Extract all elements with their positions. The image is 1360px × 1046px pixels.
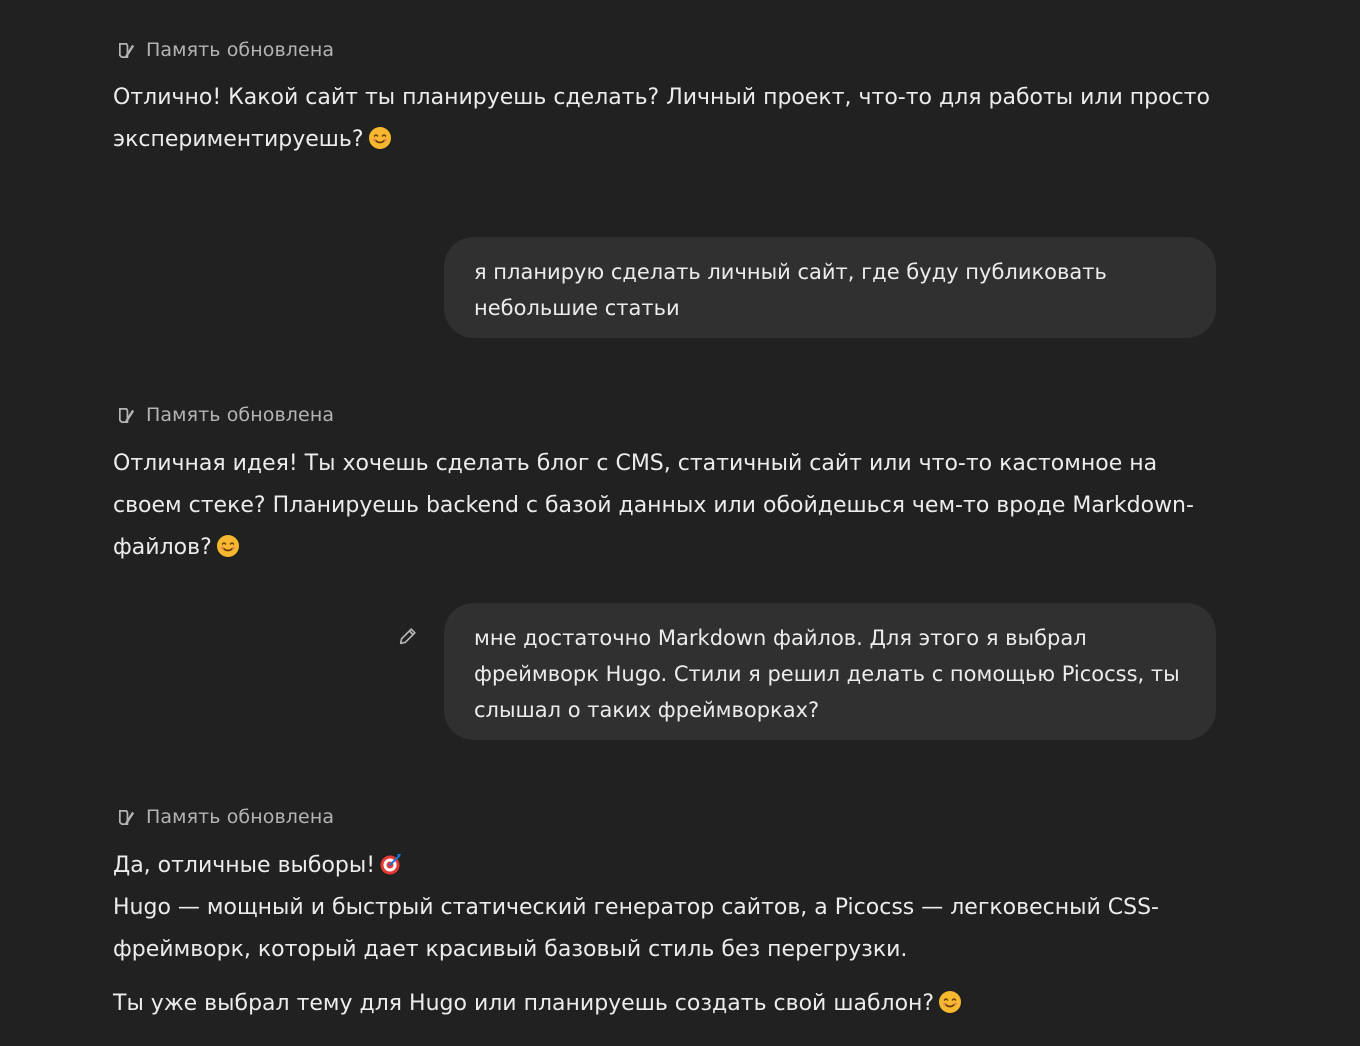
user-message-bubble: мне достаточно Markdown файлов. Для этог… (444, 603, 1216, 740)
target-icon (379, 849, 403, 875)
memory-updated-note[interactable]: Память обновлена (117, 404, 334, 426)
memory-updated-label: Память обновлена (146, 806, 335, 828)
memory-updated-label: Память обновлена (146, 39, 335, 61)
user-message-bubble: я планирую сделать личный сайт, где буду… (444, 237, 1216, 338)
assistant-message: Отлично! Какой сайт ты планируешь сделат… (113, 77, 1223, 161)
pencil-icon[interactable] (397, 625, 419, 647)
memory-icon (117, 808, 136, 827)
assistant-message: Да, отличные выборы! Hugo — мощный и быс… (113, 845, 1223, 1025)
user-message-text: я планирую сделать личный сайт, где буду… (474, 260, 1107, 320)
memory-icon (117, 406, 136, 425)
assistant-message-line: Ты уже выбрал тему для Hugo или планируе… (113, 991, 935, 1016)
memory-icon (117, 41, 136, 60)
assistant-message-text: Отличная идея! Ты хочешь сделать блог с … (113, 451, 1194, 560)
memory-updated-label: Память обновлена (146, 404, 335, 426)
chat-thread: Память обновлена Отлично! Какой сайт ты … (0, 0, 1360, 1046)
assistant-message-line: Hugo — мощный и быстрый статический гене… (113, 895, 1159, 962)
memory-updated-note[interactable]: Память обновлена (117, 39, 334, 61)
smiling-face-icon (938, 987, 962, 1013)
memory-updated-note[interactable]: Память обновлена (117, 806, 334, 828)
user-message-text: мне достаточно Markdown файлов. Для этог… (474, 626, 1180, 722)
assistant-message-line: Да, отличные выборы! (113, 853, 376, 878)
assistant-message: Отличная идея! Ты хочешь сделать блог с … (113, 443, 1223, 569)
smiling-face-icon (368, 123, 392, 149)
assistant-message-text: Отлично! Какой сайт ты планируешь сделат… (113, 85, 1210, 152)
smiling-face-icon (216, 531, 240, 557)
